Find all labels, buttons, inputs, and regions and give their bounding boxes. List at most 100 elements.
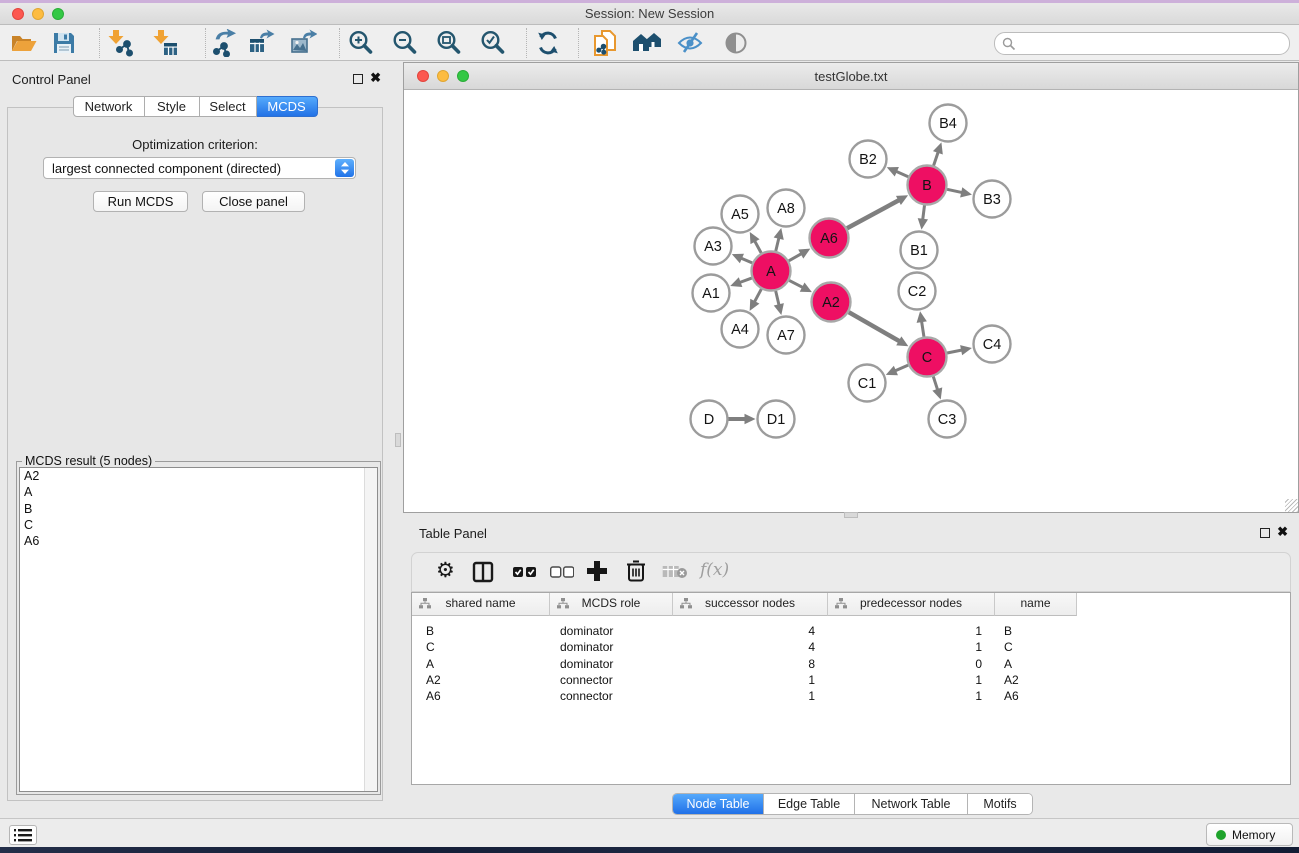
- graph-edge-B-B1[interactable]: [923, 205, 925, 219]
- mcds-result-item[interactable]: A: [20, 484, 377, 500]
- table-row[interactable]: Adominator80A: [412, 656, 1290, 672]
- graph-edge-A2-C[interactable]: [849, 312, 900, 341]
- tab-network[interactable]: Network: [73, 96, 145, 117]
- tab-motifs[interactable]: Motifs: [968, 794, 1032, 814]
- network-canvas[interactable]: B4B2BB3A5A8A6B1A3AC2A1A2A4A7C4CC1C3DD1: [404, 90, 1298, 512]
- mcds-result-item[interactable]: A2: [20, 468, 377, 484]
- table-row[interactable]: A2connector11A2: [412, 672, 1290, 688]
- graph-edge-B-B4[interactable]: [934, 152, 939, 166]
- tab-select[interactable]: Select: [200, 96, 257, 117]
- zoom-in-icon[interactable]: [347, 29, 375, 57]
- graph-edge-A-A4[interactable]: [754, 289, 761, 302]
- table-row[interactable]: A6connector11A6: [412, 688, 1290, 704]
- zoom-out-icon[interactable]: [391, 29, 419, 57]
- graph-edge-A-A5[interactable]: [755, 241, 762, 253]
- graph-node-label: D: [704, 412, 714, 428]
- graph-node-label: A6: [820, 231, 838, 247]
- delete-table-icon[interactable]: [662, 565, 688, 584]
- column-header-successor-nodes[interactable]: successor nodes: [673, 593, 828, 616]
- column-header-name[interactable]: name: [995, 593, 1077, 616]
- cell: B: [412, 623, 550, 639]
- table-panel: Table Panel ✖ ⚙ f(x): [403, 518, 1299, 818]
- graph-edge-A-A2[interactable]: [789, 280, 803, 287]
- close-panel-button[interactable]: Close panel: [202, 191, 305, 212]
- mcds-result-list[interactable]: A2ABCA6: [19, 467, 378, 792]
- mcds-result-item[interactable]: A6: [20, 533, 377, 549]
- graph-edge-A-A3[interactable]: [741, 258, 752, 263]
- table-float-icon[interactable]: [1260, 528, 1270, 538]
- import-network-icon[interactable]: [106, 29, 134, 57]
- column-header-predecessor-nodes[interactable]: predecessor nodes: [828, 593, 995, 616]
- graph-edge-A-A6[interactable]: [789, 254, 802, 261]
- open-session-icon[interactable]: [9, 29, 37, 57]
- search-field[interactable]: [994, 32, 1290, 55]
- cell: 1: [673, 688, 828, 704]
- graph-edge-C-C2[interactable]: [922, 321, 924, 337]
- graph-edge-C-C3[interactable]: [933, 377, 937, 390]
- criterion-dropdown[interactable]: largest connected component (directed): [43, 157, 356, 179]
- mcds-result-items: A2ABCA6: [20, 468, 377, 549]
- search-input[interactable]: [1021, 34, 1281, 53]
- cell: C: [412, 639, 550, 655]
- tab-network-table[interactable]: Network Table: [855, 794, 968, 814]
- mcds-result-item[interactable]: B: [20, 501, 377, 517]
- edge-arrowhead: [917, 311, 927, 323]
- export-network-icon[interactable]: [211, 29, 239, 57]
- graph-node-label: C4: [983, 337, 1002, 353]
- clone-network-icon[interactable]: [591, 29, 619, 57]
- graph-edge-B-B3[interactable]: [947, 189, 962, 192]
- refresh-view-icon[interactable]: [534, 29, 562, 57]
- tab-style[interactable]: Style: [145, 96, 200, 117]
- graph-edge-C-C1[interactable]: [895, 365, 908, 371]
- zoom-fit-icon[interactable]: [435, 29, 463, 57]
- graph-edge-A-A8[interactable]: [776, 238, 779, 251]
- add-column-icon[interactable]: [586, 560, 608, 587]
- tab-edge-table[interactable]: Edge Table: [764, 794, 855, 814]
- show-graphics-details-icon[interactable]: [722, 29, 750, 57]
- float-panel-icon[interactable]: [353, 74, 363, 84]
- select-all-columns-icon[interactable]: [513, 565, 537, 583]
- dropdown-stepper-icon[interactable]: [335, 159, 354, 177]
- task-history-button[interactable]: [9, 825, 37, 845]
- splitter-handle-horizontal[interactable]: [844, 512, 858, 518]
- network-window: testGlobe.txt B4B2BB3A5A8A6B1A3AC2A1A2A4…: [403, 62, 1299, 513]
- save-session-icon[interactable]: [50, 29, 78, 57]
- graph-node-label: A: [766, 264, 776, 280]
- hide-selected-icon[interactable]: [676, 29, 704, 57]
- graph-edge-A-A1[interactable]: [740, 278, 752, 282]
- graph-edge-C-C4[interactable]: [947, 350, 962, 353]
- table-close-icon[interactable]: ✖: [1277, 524, 1288, 540]
- first-neighbors-icon[interactable]: [633, 29, 661, 57]
- graph-edge-B-B2[interactable]: [896, 171, 908, 176]
- function-builder-icon[interactable]: f(x): [700, 560, 729, 580]
- export-table-icon[interactable]: [247, 29, 275, 57]
- graph-node-label: B4: [939, 116, 957, 132]
- settings-icon[interactable]: ⚙: [436, 558, 455, 583]
- tab-node-table[interactable]: Node Table: [673, 794, 764, 814]
- mcds-result-item[interactable]: C: [20, 517, 377, 533]
- export-image-icon[interactable]: [289, 29, 317, 57]
- column-header-shared-name[interactable]: shared name: [412, 593, 550, 616]
- delete-columns-icon[interactable]: [625, 559, 647, 588]
- column-header-MCDS-role[interactable]: MCDS role: [550, 593, 673, 616]
- main-titlebar[interactable]: Session: New Session: [0, 3, 1299, 25]
- cell: A: [995, 656, 1077, 672]
- graph-edge-A6-B[interactable]: [847, 200, 899, 228]
- table-row[interactable]: Cdominator41C: [412, 639, 1290, 655]
- cell: dominator: [550, 623, 673, 639]
- tab-mcds[interactable]: MCDS: [257, 96, 318, 117]
- table-row[interactable]: Bdominator41B: [412, 623, 1290, 639]
- table-body: Bdominator41BCdominator41CAdominator80AA…: [412, 616, 1290, 704]
- split-panel-icon[interactable]: [472, 561, 494, 588]
- resize-grip[interactable]: [1285, 499, 1298, 512]
- run-mcds-button[interactable]: Run MCDS: [93, 191, 188, 212]
- memory-button[interactable]: Memory: [1206, 823, 1293, 846]
- unselect-all-columns-icon[interactable]: [550, 565, 574, 583]
- graph-edge-A-A7[interactable]: [776, 291, 779, 305]
- zoom-selected-icon[interactable]: [479, 29, 507, 57]
- network-titlebar[interactable]: testGlobe.txt: [404, 63, 1298, 90]
- import-table-icon[interactable]: [151, 29, 179, 57]
- close-panel-icon[interactable]: ✖: [370, 70, 381, 86]
- splitter-handle-vertical[interactable]: [395, 433, 401, 447]
- scrollbar-track[interactable]: [364, 468, 377, 791]
